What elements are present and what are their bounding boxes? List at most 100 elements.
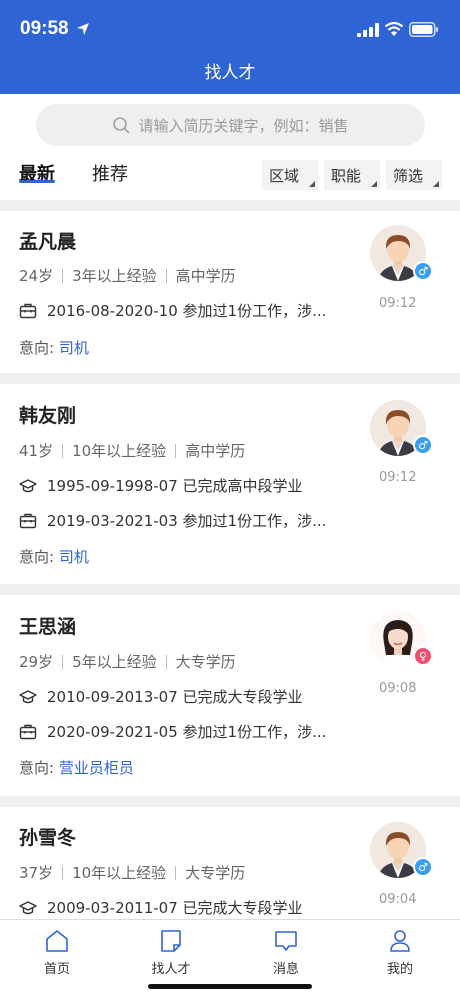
active-tab-indicator — [19, 180, 55, 183]
search-input[interactable]: 请输入简历关键字，例如：销售 — [36, 104, 425, 146]
candidate-age: 29岁 — [19, 653, 54, 671]
tabbar-item-messages[interactable]: 消息 — [246, 928, 326, 977]
dropdown-triangle-icon — [433, 181, 439, 187]
graduation-cap-icon — [19, 899, 37, 917]
filter-function[interactable]: 职能 — [324, 160, 380, 190]
education-record: 2010-09-2013-07 已完成大专段学业 — [19, 686, 303, 707]
candidate-name: 孟凡晨 — [19, 231, 77, 253]
status-bar: 09:58 — [0, 0, 460, 56]
page-title: 找人才 — [204, 63, 256, 83]
candidate-card[interactable]: 王思涵 29岁 5年以上经验 大专学历 2010-09-2013-07 已完成大… — [0, 595, 460, 796]
home-icon — [46, 930, 68, 952]
tabbar-label: 找人才 — [151, 962, 191, 977]
intent-job-link[interactable]: 司机 — [59, 548, 89, 566]
candidate-experience: 10年以上经验 — [72, 442, 167, 460]
male-gender-icon: ♂ — [413, 857, 433, 877]
post-time: 09:12 — [379, 296, 417, 311]
tabbar-item-talent[interactable]: 找人才 — [131, 928, 211, 977]
section-divider — [0, 796, 460, 807]
work-record: 2020-09-2021-05 参加过1份工作，涉... — [19, 721, 326, 742]
candidate-experience: 10年以上经验 — [72, 864, 167, 882]
filter-function-label: 职能 — [331, 167, 362, 185]
candidate-card[interactable]: 韩友刚 41岁 10年以上经验 高中学历 1995-09-1998-07 已完成… — [0, 384, 460, 584]
intent-job-link[interactable]: 营业员柜员 — [59, 759, 134, 777]
record-text: 2016-08-2020-10 参加过1份工作，涉... — [47, 302, 327, 320]
graduation-cap-icon — [19, 688, 37, 706]
app-header: 09:58 找人才 — [0, 0, 460, 94]
male-gender-icon: ♂ — [413, 435, 433, 455]
intent-label: 意向: — [19, 339, 55, 357]
record-text: 2020-09-2021-05 参加过1份工作，涉... — [47, 723, 327, 741]
candidate-name: 王思涵 — [19, 616, 77, 638]
male-gender-icon: ♂ — [413, 261, 433, 281]
record-text: 2009-03-2011-07 已完成大专段学业 — [47, 899, 303, 917]
battery-icon — [409, 22, 438, 37]
section-divider — [0, 200, 460, 211]
tabbar-item-me[interactable]: 我的 — [360, 928, 440, 977]
candidate-education: 大专学历 — [185, 864, 246, 882]
record-text: 2010-09-2013-07 已完成大专段学业 — [47, 688, 303, 706]
record-text: 2019-03-2021-03 参加过1份工作，涉... — [47, 512, 327, 530]
tab-recommended[interactable]: 推荐 — [92, 160, 128, 186]
candidate-meta: 37岁 10年以上经验 大专学历 — [19, 862, 245, 883]
candidate-age: 24岁 — [19, 267, 54, 285]
tabbar-label: 首页 — [43, 962, 70, 977]
home-indicator — [148, 984, 312, 989]
divider — [62, 865, 64, 880]
intent-label: 意向: — [19, 759, 55, 777]
user-icon — [390, 930, 410, 952]
candidate-meta: 41岁 10年以上经验 高中学历 — [19, 440, 245, 461]
divider — [165, 654, 167, 669]
briefcase-icon — [19, 512, 37, 530]
divider — [62, 268, 64, 283]
search-placeholder: 请输入简历关键字，例如：销售 — [138, 116, 349, 135]
filter-more-label: 筛选 — [393, 167, 424, 185]
post-time: 09:08 — [379, 681, 417, 696]
intent-job-link[interactable]: 司机 — [59, 339, 89, 357]
divider — [62, 443, 64, 458]
work-record: 2019-03-2021-03 参加过1份工作，涉... — [19, 510, 326, 531]
candidate-name: 韩友刚 — [19, 405, 77, 427]
divider — [62, 654, 64, 669]
filter-more[interactable]: 筛选 — [386, 160, 442, 190]
job-intent: 意向: 司机 — [19, 546, 89, 567]
dropdown-triangle-icon — [309, 181, 315, 187]
filter-region[interactable]: 区域 — [262, 160, 318, 190]
job-intent: 意向: 司机 — [19, 337, 89, 358]
briefcase-icon — [19, 723, 37, 741]
location-arrow-icon — [77, 23, 89, 35]
intent-label: 意向: — [19, 548, 55, 566]
filter-region-label: 区域 — [269, 167, 300, 185]
divider — [175, 865, 177, 880]
candidate-name: 孙雪冬 — [19, 827, 77, 849]
search-icon — [113, 117, 130, 134]
female-gender-icon: ♀ — [413, 646, 433, 666]
divider — [175, 443, 177, 458]
tabbar-label: 消息 — [272, 962, 299, 977]
status-time: 09:58 — [20, 18, 69, 39]
post-time: 09:04 — [379, 892, 417, 907]
candidate-experience: 5年以上经验 — [72, 653, 157, 671]
candidate-education: 高中学历 — [185, 442, 246, 460]
tabbar-label: 我的 — [386, 962, 413, 977]
work-record: 2016-08-2020-10 参加过1份工作，涉... — [19, 300, 326, 321]
document-icon — [161, 930, 181, 952]
divider — [165, 268, 167, 283]
candidate-meta: 29岁 5年以上经验 大专学历 — [19, 651, 236, 672]
candidate-education: 高中学历 — [175, 267, 236, 285]
candidate-card[interactable]: 孙雪冬 37岁 10年以上经验 大专学历 2009-03-2011-07 已完成… — [0, 807, 460, 919]
record-text: 1995-09-1998-07 已完成高中段学业 — [47, 477, 303, 495]
section-divider — [0, 373, 460, 384]
briefcase-icon — [19, 302, 37, 320]
candidate-age: 41岁 — [19, 442, 54, 460]
candidate-age: 37岁 — [19, 864, 54, 882]
graduation-cap-icon — [19, 477, 37, 495]
cellular-signal-icon — [357, 23, 379, 37]
post-time: 09:12 — [379, 470, 417, 485]
candidate-education: 大专学历 — [175, 653, 236, 671]
job-intent: 意向: 营业员柜员 — [19, 757, 134, 778]
candidate-experience: 3年以上经验 — [72, 267, 157, 285]
candidate-meta: 24岁 3年以上经验 高中学历 — [19, 265, 236, 286]
tabbar-item-home[interactable]: 首页 — [17, 928, 97, 977]
candidate-card[interactable]: 孟凡晨 24岁 3年以上经验 高中学历 2016-08-2020-10 参加过1… — [0, 211, 460, 373]
